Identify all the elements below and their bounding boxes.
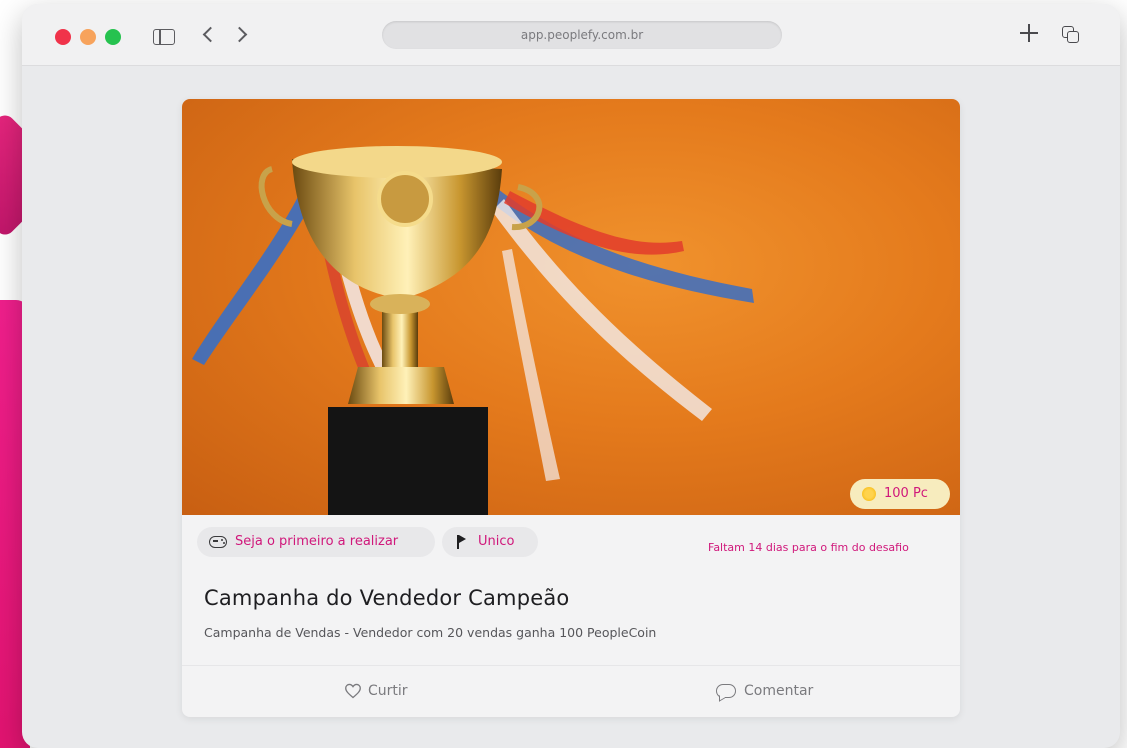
challenge-type-chip[interactable]: Unico [442, 527, 538, 557]
card-description: Campanha de Vendas - Vendedor com 20 ven… [204, 625, 657, 640]
comment-icon [716, 684, 736, 698]
plus-icon[interactable] [1018, 22, 1040, 44]
maximize-window-button[interactable] [105, 29, 121, 45]
browser-window: app.peoplefy.com.br 100 Pc Seja o primei… [22, 4, 1120, 748]
heart-icon [345, 683, 361, 699]
address-bar[interactable]: app.peoplefy.com.br [382, 21, 782, 49]
gamepad-icon [209, 536, 227, 548]
forward-icon[interactable] [231, 26, 248, 43]
trophy-image: 100 Pc [182, 99, 960, 515]
like-button[interactable]: Curtir [344, 679, 408, 703]
tabs-icon[interactable] [1062, 26, 1080, 44]
reward-label: 100 Pc [884, 486, 928, 501]
flag-icon [457, 535, 466, 549]
like-label: Curtir [368, 683, 408, 699]
challenge-type-label: Unico [478, 534, 515, 549]
challenge-card: 100 Pc Seja o primeiro a realizar Unico … [182, 99, 960, 717]
divider [182, 665, 960, 666]
browser-toolbar: app.peoplefy.com.br [22, 4, 1120, 66]
deadline-text: Faltam 14 dias para o fim do desafio [708, 541, 909, 554]
close-window-button[interactable] [55, 29, 71, 45]
reward-badge: 100 Pc [850, 479, 950, 509]
first-to-complete-chip[interactable]: Seja o primeiro a realizar [197, 527, 435, 557]
sidebar-icon[interactable] [153, 29, 175, 45]
back-icon[interactable] [202, 26, 219, 43]
minimize-window-button[interactable] [80, 29, 96, 45]
coin-icon [862, 487, 876, 501]
first-to-complete-label: Seja o primeiro a realizar [235, 534, 399, 549]
card-title: Campanha do Vendedor Campeão [204, 586, 570, 610]
comment-label: Comentar [744, 683, 814, 699]
comment-button[interactable]: Comentar [714, 679, 813, 703]
